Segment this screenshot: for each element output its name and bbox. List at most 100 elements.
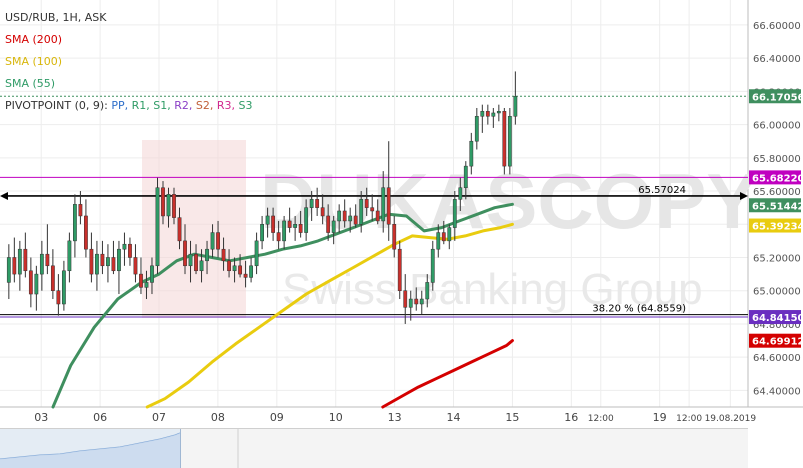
candle-body xyxy=(221,248,226,262)
pivot-item-0: PP, xyxy=(111,99,129,112)
candle-body xyxy=(293,224,298,228)
navigator-strip[interactable] xyxy=(0,428,748,468)
candle-body xyxy=(205,248,209,262)
candle-body xyxy=(496,111,501,114)
candle-body xyxy=(161,187,165,217)
candle-body xyxy=(414,298,419,305)
candle-body xyxy=(331,220,336,233)
price-tick-label: 64.40000 xyxy=(753,386,801,397)
price-tick-label: 66.60000 xyxy=(753,21,801,32)
price-tick-label: 66.00000 xyxy=(753,121,801,132)
candle-body xyxy=(117,248,121,272)
candle-body xyxy=(172,194,176,218)
price-badge-label: 66.17056 xyxy=(752,92,803,103)
legend-sma100[interactable]: SMA (100) xyxy=(5,51,253,73)
candle-body xyxy=(34,273,39,295)
candle-body xyxy=(353,215,358,225)
pivot-item-2: S1, xyxy=(149,99,171,112)
price-tick-label: 65.20000 xyxy=(753,253,801,264)
candle-body xyxy=(386,187,391,225)
candle-body xyxy=(282,220,287,242)
candle-body xyxy=(502,111,507,167)
price-badge-label: 64.84150 xyxy=(752,313,803,324)
pivot-item-5: R3, xyxy=(213,99,236,112)
candle-body xyxy=(100,253,105,267)
candle-body xyxy=(430,248,435,283)
candle-body xyxy=(17,248,22,275)
time-tick-label: 10 xyxy=(329,411,343,424)
candle-body xyxy=(326,215,331,233)
time-tick-label: 07 xyxy=(152,411,166,424)
candle-body xyxy=(45,253,50,267)
candle-body xyxy=(315,199,320,208)
candle-body xyxy=(106,257,110,267)
candle-body xyxy=(397,248,402,291)
candle-body xyxy=(298,224,303,233)
candle-body xyxy=(56,290,61,305)
price-tick-label: 65.80000 xyxy=(753,154,801,165)
candle-body xyxy=(243,273,248,278)
legend-sma200[interactable]: SMA (200) xyxy=(5,29,253,51)
chart-root: DUKASCOPY Swiss Banking Group 65.57024 38… xyxy=(0,0,803,468)
candle-body xyxy=(150,265,154,283)
candle-body xyxy=(210,232,215,250)
candle-body xyxy=(375,210,380,222)
candle-body xyxy=(28,270,33,295)
candle-body xyxy=(403,290,408,308)
candle-body xyxy=(194,253,198,272)
candle-body xyxy=(155,187,160,267)
candle-body xyxy=(513,96,518,117)
candle-body xyxy=(348,215,353,222)
candle-body xyxy=(309,199,314,208)
legend: USD/RUB, 1H, ASK SMA (200) SMA (100) SMA… xyxy=(5,7,253,117)
price-axis[interactable]: 64.4000064.6000064.8000065.0000065.20000… xyxy=(749,21,803,397)
pivot-items: PP, R1, S1, R2, S2, R3, S3 xyxy=(111,99,252,112)
price-tick-label: 65.60000 xyxy=(753,187,801,198)
price-badge-label: 65.39234 xyxy=(752,222,803,233)
candle-body xyxy=(392,224,397,250)
time-tick-label: 06 xyxy=(93,411,107,424)
candle-body xyxy=(144,282,149,288)
candle-body xyxy=(265,215,270,225)
candle-body xyxy=(23,248,28,272)
candle-body xyxy=(139,273,143,288)
candle-body xyxy=(452,199,457,228)
legend-sma55[interactable]: SMA (55) xyxy=(5,73,253,95)
candle-body xyxy=(89,248,94,275)
candle-body xyxy=(320,207,325,217)
candle-body xyxy=(408,298,413,308)
candle-body xyxy=(227,260,231,272)
time-tick-label: 09 xyxy=(270,411,284,424)
candle-body xyxy=(485,111,490,117)
candle-body xyxy=(50,265,55,291)
candle-body xyxy=(133,257,138,275)
pivot-item-6: S3 xyxy=(235,99,253,112)
legend-pivotpoint[interactable]: PIVOTPOINT (0, 9): PP, R1, S1, R2, S2, R… xyxy=(5,95,253,117)
candle-body xyxy=(260,224,264,242)
candle-body xyxy=(238,265,242,275)
candle-body xyxy=(359,199,364,225)
time-tick-label: 19 xyxy=(653,411,667,424)
arrow-left xyxy=(0,191,8,200)
candle-body xyxy=(254,240,259,267)
candle-body xyxy=(458,187,463,200)
candle-body xyxy=(441,232,446,242)
candle-body xyxy=(166,194,171,217)
candle-body xyxy=(276,232,281,242)
price-badge-label: 65.68220 xyxy=(752,173,803,184)
time-axis[interactable]: 03 06 07 08 09 10 13 14 15 16 12:00 19 12:00 19.08.20… xyxy=(34,411,756,424)
horizontal-line-label: 65.57024 xyxy=(638,185,686,196)
candle-body xyxy=(95,253,99,275)
legend-symbol: USD/RUB, 1H, ASK xyxy=(5,11,107,24)
candle-body xyxy=(491,112,496,117)
candle-body xyxy=(232,265,237,272)
pivot-item-3: R2, xyxy=(170,99,193,112)
candle-body xyxy=(183,240,187,267)
price-tick-label: 65.00000 xyxy=(753,287,801,298)
time-tick-label: 15 xyxy=(505,411,519,424)
candle-body xyxy=(67,240,72,272)
candle-body xyxy=(188,253,193,267)
candle-body xyxy=(199,260,204,272)
candle-body xyxy=(271,215,276,233)
candle-body xyxy=(111,257,116,272)
